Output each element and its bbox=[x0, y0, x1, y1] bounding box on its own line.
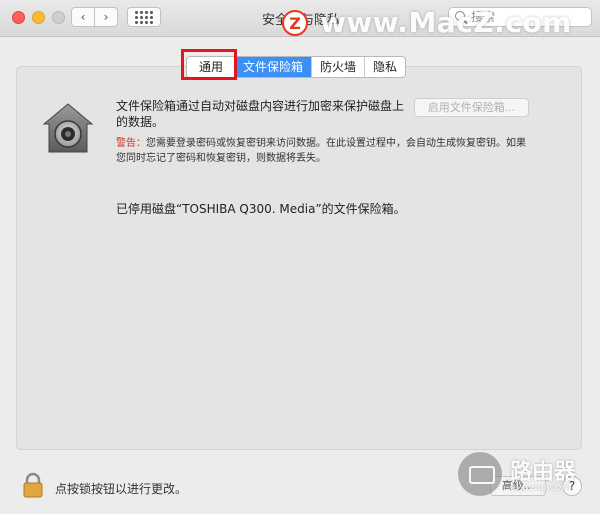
lock-icon[interactable] bbox=[22, 472, 44, 498]
tab-privacy[interactable]: 隐私 bbox=[364, 57, 405, 77]
filevault-warning: 警告：您需要登录密码或恢复密钥来访问数据。在此设置过程中，会自动生成恢复密钥。如… bbox=[116, 136, 526, 166]
close-window-button[interactable] bbox=[12, 11, 25, 24]
chevron-left-icon: ‹ bbox=[80, 10, 86, 24]
tab-firewall[interactable]: 防火墙 bbox=[311, 57, 364, 77]
filevault-status: 已停用磁盘“TOSHIBA Q300. Media”的文件保险箱。 bbox=[116, 202, 406, 216]
chevron-right-icon: › bbox=[103, 10, 109, 24]
show-all-button[interactable] bbox=[127, 7, 161, 27]
minimize-window-button[interactable] bbox=[32, 11, 45, 24]
watermark-text: www.MacZ.com bbox=[320, 6, 572, 39]
back-button[interactable]: ‹ bbox=[71, 7, 95, 27]
router-icon bbox=[458, 452, 502, 496]
corner-watermark-sub: luyouqi.com bbox=[510, 482, 572, 493]
tab-filevault[interactable]: 文件保险箱 bbox=[235, 57, 312, 77]
enable-filevault-button[interactable]: 启用文件保险箱... bbox=[414, 98, 529, 117]
corner-watermark: 路由器 luyouqi.com bbox=[458, 448, 588, 502]
zoom-window-button[interactable] bbox=[52, 11, 65, 24]
grid-icon bbox=[135, 10, 153, 24]
watermark-logo-icon: Z bbox=[282, 10, 308, 36]
lock-hint: 点按锁按钮以进行更改。 bbox=[55, 482, 188, 496]
warning-text: 您需要登录密码或恢复密钥来访问数据。在此设置过程中，会自动生成恢复密钥。如果您同… bbox=[116, 138, 526, 164]
warning-label: 警告： bbox=[116, 138, 146, 149]
highlight-box bbox=[181, 49, 237, 80]
filevault-house-icon bbox=[42, 103, 94, 153]
filevault-description: 文件保险箱通过自动对磁盘内容进行加密来保护磁盘上的数据。 bbox=[116, 99, 405, 129]
forward-button[interactable]: › bbox=[94, 7, 118, 27]
